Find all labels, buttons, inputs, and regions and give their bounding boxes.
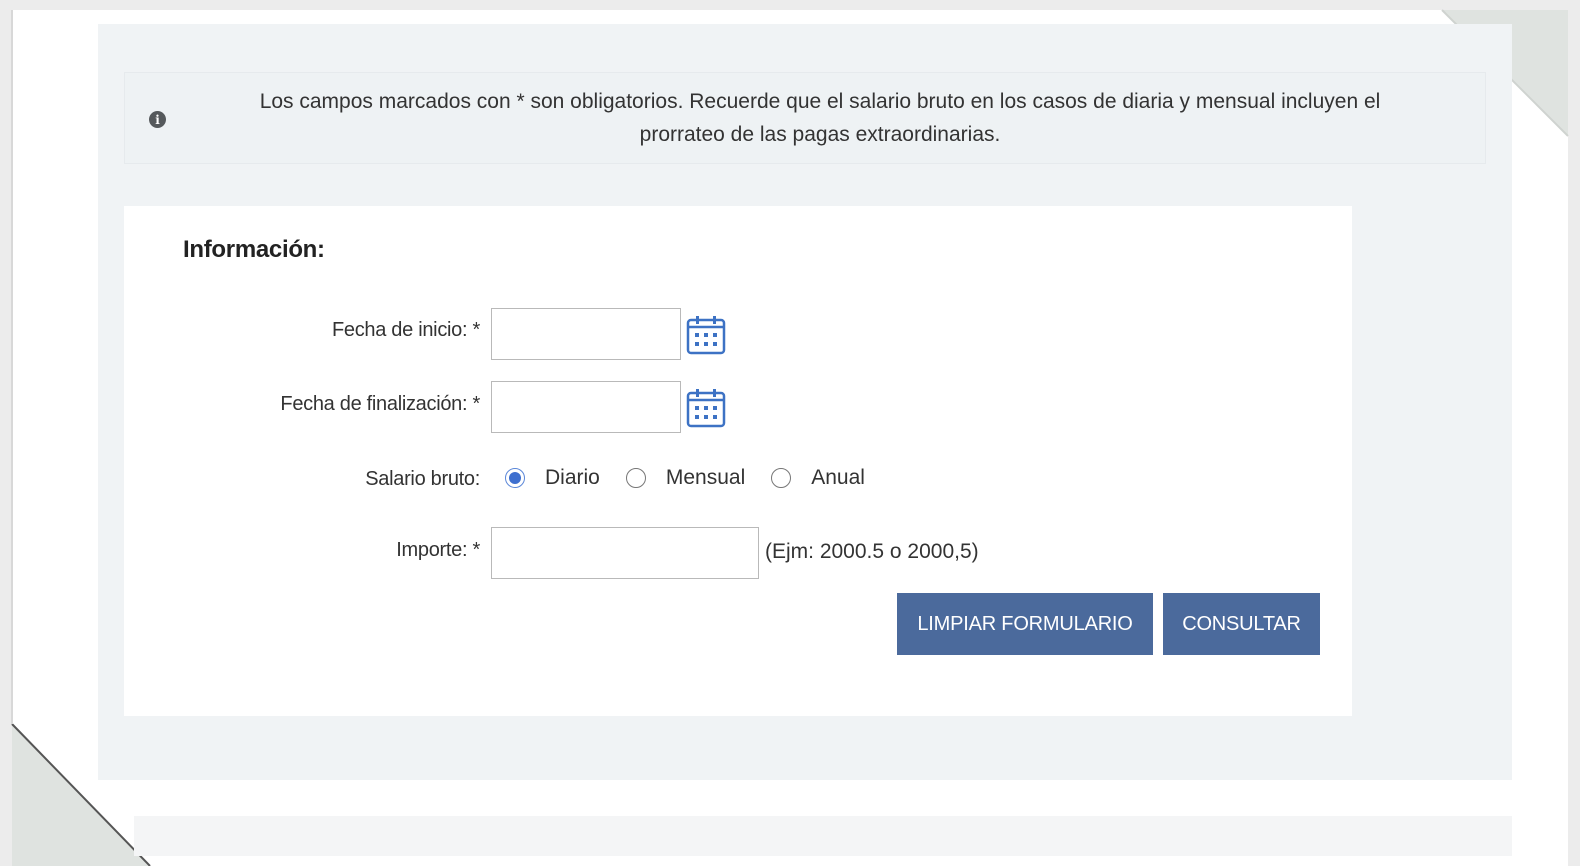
info-banner: i Los campos marcados con * son obligato… xyxy=(124,72,1486,164)
salary-radio-group: Diario Mensual Anual xyxy=(505,466,891,490)
form-title: Información: xyxy=(183,236,325,263)
radio-mensual-label: Mensual xyxy=(665,466,746,489)
clear-form-button[interactable]: LIMPIAR FORMULARIO xyxy=(897,593,1153,655)
footer-strip xyxy=(134,816,1512,856)
radio-diario[interactable] xyxy=(505,468,525,488)
radio-anual[interactable] xyxy=(771,468,792,488)
amount-input[interactable] xyxy=(491,527,759,579)
radio-anual-label: Anual xyxy=(811,466,865,489)
end-date-input[interactable] xyxy=(491,381,681,433)
end-date-calendar-button[interactable] xyxy=(686,388,726,428)
amount-label: Importe: * xyxy=(396,539,480,561)
radio-diario-label: Diario xyxy=(545,466,600,489)
info-icon: i xyxy=(149,111,166,128)
form-card: Información: Fecha de inicio: * Fecha de… xyxy=(124,206,1352,716)
info-text: Los campos marcados con * son obligatori… xyxy=(259,90,1381,146)
end-date-label: Fecha de finalización: * xyxy=(280,393,480,415)
amount-hint: (Ejm: 2000.5 o 2000,5) xyxy=(765,540,979,563)
submit-button[interactable]: CONSULTAR xyxy=(1163,593,1320,655)
radio-option-anual[interactable]: Anual xyxy=(771,466,865,490)
start-date-calendar-button[interactable] xyxy=(686,315,726,355)
calendar-icon xyxy=(686,316,726,355)
salary-label: Salario bruto: xyxy=(365,468,480,490)
radio-option-diario[interactable]: Diario xyxy=(505,466,600,490)
start-date-label: Fecha de inicio: * xyxy=(331,319,480,341)
calendar-icon xyxy=(686,389,726,428)
radio-mensual[interactable] xyxy=(625,468,646,488)
radio-option-mensual[interactable]: Mensual xyxy=(625,466,746,490)
start-date-input[interactable] xyxy=(491,308,681,360)
